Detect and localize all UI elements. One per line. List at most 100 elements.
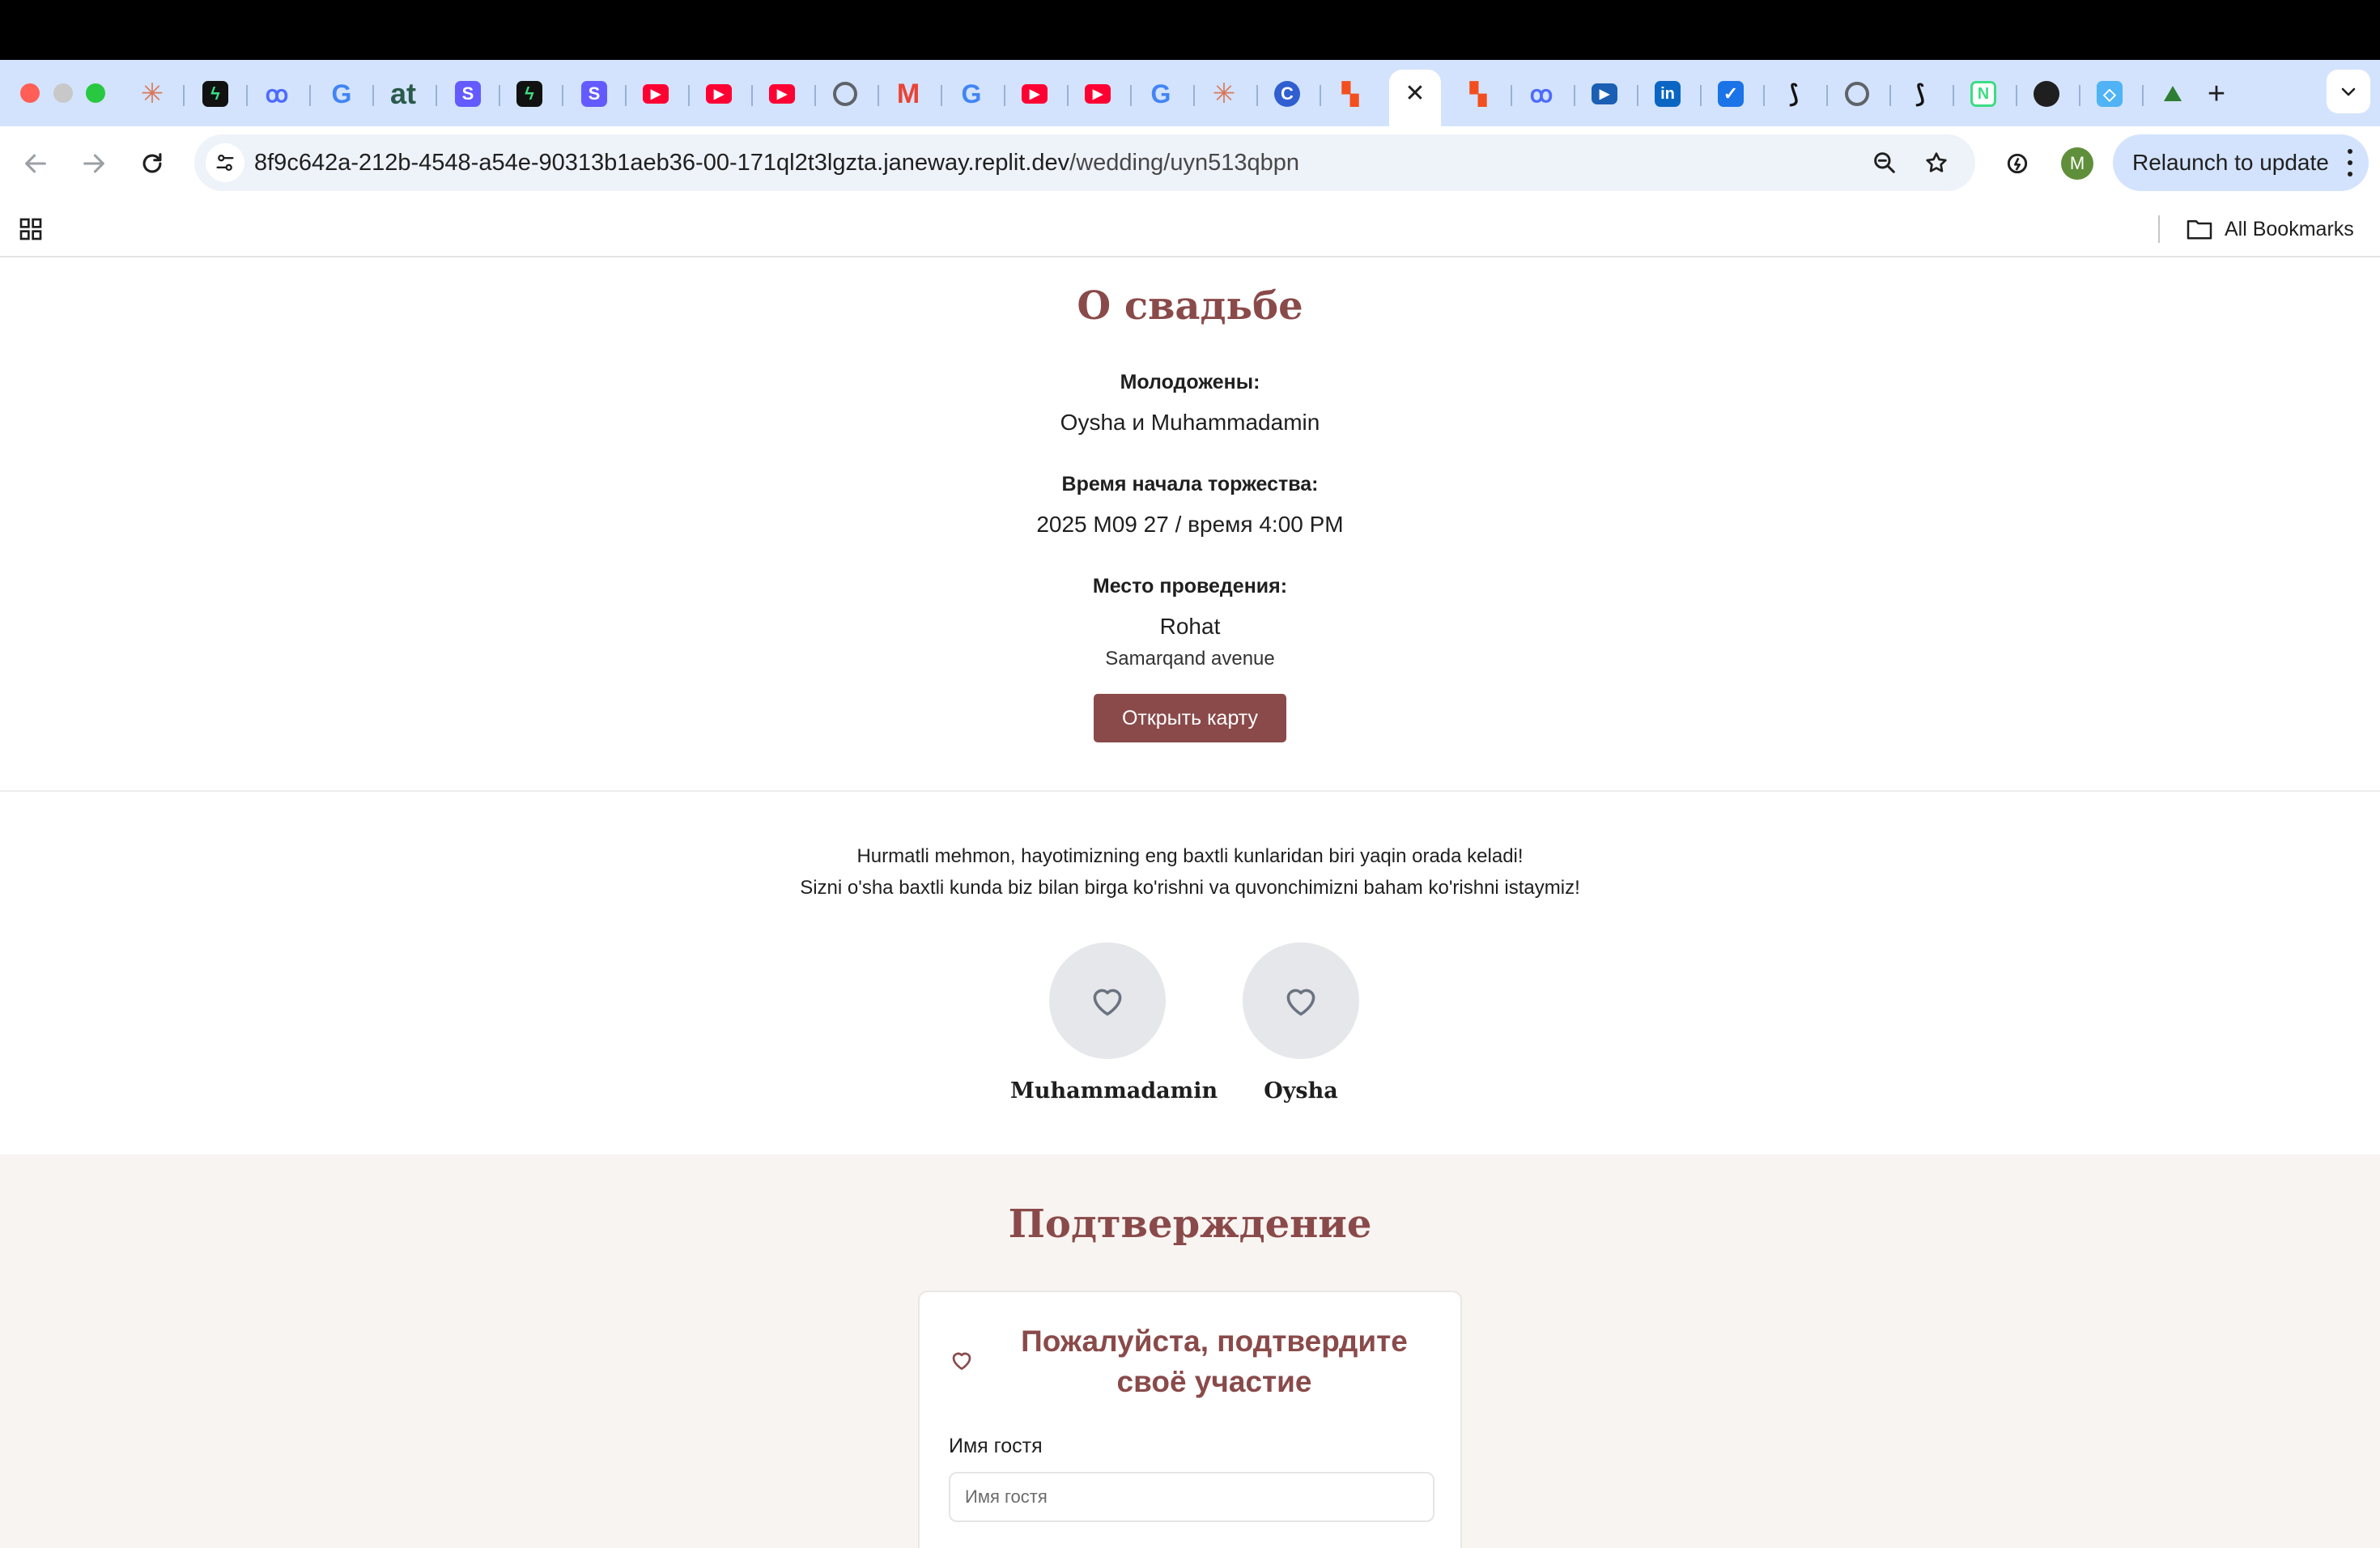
tab-google-2[interactable]: G (955, 78, 988, 110)
tab-figma-2[interactable]: ▚ (1462, 78, 1494, 110)
reload-button[interactable] (133, 144, 172, 183)
tab-youtube[interactable]: ▶ (640, 78, 672, 110)
tab-at[interactable]: at (387, 77, 419, 110)
tab-separator (941, 85, 942, 106)
bookmarks-divider (2158, 215, 2160, 243)
forward-button[interactable] (74, 144, 113, 183)
groom-name: Muhammadamin (1010, 1078, 1218, 1104)
apps-grid-icon[interactable] (18, 216, 44, 242)
profile-avatar[interactable]: M (2061, 147, 2093, 180)
notion-icon: N (1970, 81, 1996, 107)
url-path: /wedding/uyn513qbpn (1069, 150, 1299, 176)
browser-toolbar: 8f9c642a-212b-4548-a54e-90313b1aeb36-00-… (0, 126, 2380, 201)
star-icon (1926, 152, 1947, 172)
url-text[interactable]: 8f9c642a-212b-4548-a54e-90313b1aeb36-00-… (254, 134, 1299, 191)
close-icon[interactable]: ✕ (1402, 81, 1428, 107)
groom-card: Muhammadamin (1010, 942, 1218, 1104)
time-label: Время начала торжества: (1061, 473, 1319, 495)
tab-separator (814, 85, 816, 106)
bookmarks-bar: All Bookmarks (0, 201, 2380, 257)
tab-bolt[interactable]: ϟ (199, 78, 232, 110)
tab-deepseek[interactable]: ꝏ (261, 78, 293, 110)
chevron-down-icon (2341, 87, 2356, 96)
tab-c[interactable]: C (1271, 78, 1303, 110)
tab-separator (1256, 85, 1258, 106)
guest-name-input[interactable] (949, 1472, 1434, 1522)
c-icon: C (1274, 81, 1300, 107)
tab-separator (1130, 85, 1132, 106)
greeting-section: Hurmatli mehmon, hayotimizning eng baxtl… (0, 793, 2380, 1155)
stripe-icon: S (455, 81, 481, 107)
tab-github[interactable] (2030, 78, 2063, 110)
performance-button[interactable] (1998, 144, 2037, 183)
all-bookmarks-button[interactable]: All Bookmarks (2186, 214, 2354, 245)
tab-tasks[interactable]: ✓ (1715, 78, 1747, 110)
close-window-button[interactable] (20, 83, 40, 103)
minimize-window-button[interactable] (53, 83, 73, 103)
tab-stripe[interactable]: S (452, 78, 484, 110)
tab-youtube-3[interactable]: ▶ (766, 78, 798, 110)
tab-zapier-2[interactable]: ⟆ (1904, 78, 1936, 110)
tab-separator (1004, 85, 1005, 106)
venue-label: Место проведения: (1092, 575, 1288, 598)
tab-bolt-2[interactable]: ϟ (513, 78, 546, 110)
tab-separator (372, 85, 374, 106)
tab-separator (1574, 85, 1575, 106)
tab-zapier[interactable]: ⟆ (1778, 78, 1810, 110)
address-bar[interactable]: 8f9c642a-212b-4548-a54e-90313b1aeb36-00-… (194, 134, 1975, 191)
tab-notion[interactable]: N (1967, 78, 2000, 110)
globe-icon (833, 82, 857, 106)
diamond-icon: ◇ (2097, 81, 2123, 107)
zapier-icon: ⟆ (1789, 80, 1799, 108)
tab-search-button[interactable] (2327, 70, 2370, 113)
tab-globe-2[interactable] (1841, 78, 1873, 110)
stripe-icon: S (581, 81, 607, 107)
tab-active[interactable]: ✕ (1389, 70, 1441, 126)
tune-icon (216, 154, 234, 172)
maximize-window-button[interactable] (86, 83, 105, 103)
tab-youtube-5[interactable]: ▶ (1082, 78, 1114, 110)
figma-icon: ▚ (1470, 81, 1486, 106)
tab-strip: ✳ ϟ ꝏ G at S ϟ S ▶ ▶ ▶ M G ▶ ▶ G ✳ C ▚ ✕… (0, 60, 2380, 126)
tab-globe[interactable] (829, 78, 861, 110)
new-tab-button[interactable]: + (2200, 78, 2233, 110)
open-map-button[interactable]: Открыть карту (1094, 694, 1286, 742)
tab-video[interactable]: ▶ (1588, 78, 1621, 110)
tab-youtube-2[interactable]: ▶ (703, 78, 735, 110)
tab-deepseek-2[interactable]: ꝏ (1525, 78, 1558, 110)
heart-icon (1093, 989, 1122, 1016)
tab-youtube-4[interactable]: ▶ (1018, 78, 1051, 110)
tab-landscape[interactable]: ⛰ (2157, 78, 2189, 110)
bookmark-star-button[interactable] (1920, 147, 1953, 179)
tab-stripe-2[interactable]: S (578, 78, 610, 110)
relaunch-button[interactable]: Relaunch to update (2113, 134, 2369, 191)
github-icon (2034, 81, 2059, 107)
zoom-button[interactable] (1868, 147, 1901, 179)
time-value: 2025 M09 27 / время 4:00 PM (1036, 512, 1344, 537)
site-info-button[interactable] (206, 143, 244, 182)
back-button[interactable] (16, 144, 55, 183)
tab-separator (436, 85, 437, 106)
couple-value: Oysha и Muhammadamin (1060, 410, 1320, 435)
tab-separator (688, 85, 690, 106)
tab-diamond[interactable]: ◇ (2093, 78, 2126, 110)
tab-linkedin[interactable]: in (1651, 78, 1684, 110)
youtube-icon: ▶ (1022, 84, 1048, 104)
all-bookmarks-label: All Bookmarks (2225, 217, 2354, 240)
tab-claude-2[interactable]: ✳ (1208, 78, 1240, 110)
tab-separator (1953, 85, 1954, 106)
video-icon: ▶ (1592, 83, 1617, 104)
tab-separator (2142, 85, 2144, 106)
bride-card: Oysha (1204, 942, 1398, 1104)
tab-claude[interactable]: ✳ (136, 78, 168, 110)
tab-separator (625, 85, 627, 106)
tab-separator (1763, 85, 1765, 106)
tab-google[interactable]: G (325, 78, 358, 110)
reload-icon (142, 153, 162, 173)
relaunch-label: Relaunch to update (2132, 150, 2329, 175)
tasks-icon: ✓ (1718, 81, 1744, 107)
tab-google-3[interactable]: G (1145, 78, 1177, 110)
bolt-icon: ϟ (202, 81, 228, 107)
tab-gmail[interactable]: M (892, 78, 924, 110)
tab-figma[interactable]: ▚ (1334, 78, 1366, 110)
